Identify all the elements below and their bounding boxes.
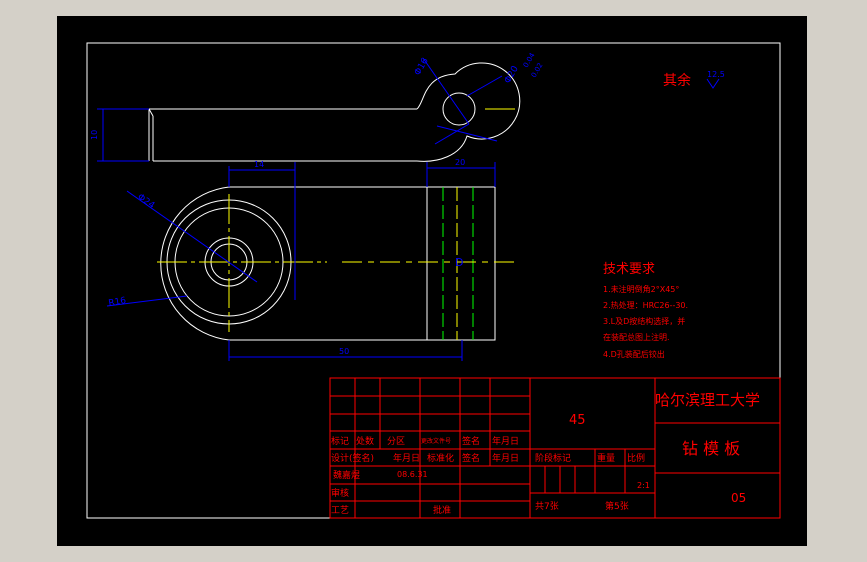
tb-header-0: 标记 [331, 435, 349, 447]
tb-design-4: 年月日 [492, 452, 519, 464]
tb-university: 哈尔滨理工大学 [655, 391, 760, 409]
tb-total-sheets: 共7张 [535, 501, 559, 512]
tb-review: 审核 [331, 487, 349, 499]
tech-item-3: 3.L及D按结构选择，并 [603, 316, 685, 326]
tb-design-1: 年月日 [393, 452, 420, 464]
tech-item-1: 1.未注明倒角2°X45° [603, 284, 679, 294]
dim-50: 50 [339, 347, 349, 356]
tb-material: 45 [569, 413, 586, 428]
tb-part-name: 钻 模 板 [682, 439, 740, 458]
front-view [160, 186, 496, 341]
drawing-frame [86, 42, 781, 519]
dim-r16: R16 [108, 296, 127, 309]
hole-marker: D [455, 256, 463, 269]
tb-stage-label: 阶段标记 [535, 452, 571, 464]
dim-height-left [97, 108, 149, 162]
title-block-text: 哈尔滨理工大学 45 钻 模 板 05 标记 处数 分区 更改文件号 签名 年月… [331, 391, 760, 516]
roughness-value: 12.5 [707, 70, 725, 79]
tech-requirements: 技术要求 1.未注明倒角2°X45° 2.热处理：HRC26--30. 3.L及… [603, 262, 688, 359]
tb-date: 08.6.31 [397, 470, 428, 479]
roughness-symbol-icon [706, 78, 720, 89]
tb-header-3: 更改文件号 [421, 437, 451, 445]
tech-item-2: 2.热处理：HRC26--30. [603, 300, 688, 310]
drawing-sheet: 10 Φ16 Φ20 0.04 0.02 其余 12.5 D 14 20 50 … [57, 16, 807, 546]
tb-design-0: 设计(签名) [331, 452, 374, 464]
tb-header-1: 处数 [356, 435, 374, 447]
dim-phi20: Φ20 [503, 64, 521, 85]
tb-scale-value: 2:1 [637, 481, 650, 490]
tech-item-5: 4.D孔装配后铰出 [603, 349, 665, 359]
tb-scale-label: 比例 [627, 452, 645, 464]
tech-title: 技术要求 [603, 262, 655, 277]
tb-design-3: 签名 [462, 452, 480, 464]
tb-design-2: 标准化 [427, 452, 454, 464]
tb-header-4: 签名 [462, 435, 480, 447]
dim-phi24: Φ24 [135, 192, 156, 211]
tb-header-2: 分区 [387, 436, 405, 447]
tb-process: 工艺 [331, 505, 349, 516]
top-view [148, 62, 521, 162]
tech-item-4: 在装配总图上注明. [603, 332, 670, 342]
tb-designer: 魏嘉煜 [333, 469, 360, 481]
dim-hole-leaders [422, 57, 503, 145]
tb-drawing-no: 05 [731, 491, 746, 505]
tb-weight-label: 重量 [597, 452, 615, 464]
dim-14: 14 [254, 160, 264, 169]
dim-20: 20 [455, 158, 465, 167]
roughness-label: 其余 [663, 72, 691, 89]
tb-approve: 批准 [433, 504, 451, 516]
tb-sheet-no: 第5张 [605, 500, 629, 512]
dim-tol-lower: 0.02 [530, 61, 545, 79]
dim-phi16: Φ16 [413, 56, 431, 77]
dim-height-left-text: 10 [90, 130, 99, 140]
tb-header-5: 年月日 [492, 435, 519, 447]
